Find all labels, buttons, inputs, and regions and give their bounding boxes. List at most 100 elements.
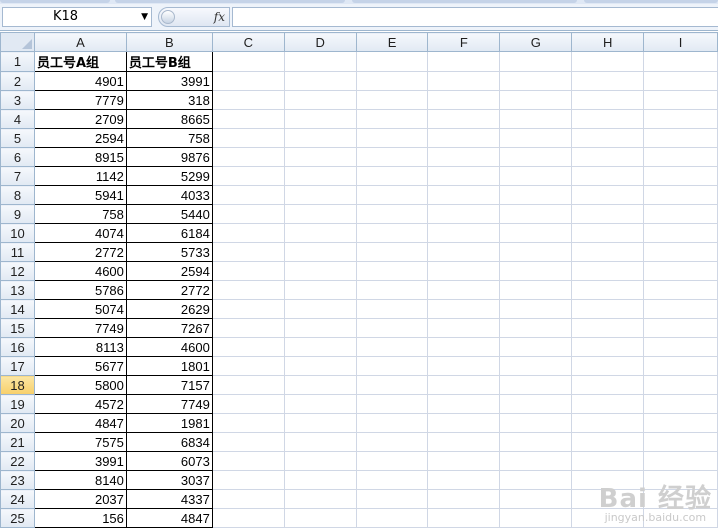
empty-cell[interactable] xyxy=(355,147,429,167)
empty-cell[interactable] xyxy=(643,147,718,167)
empty-cell[interactable] xyxy=(499,299,573,319)
empty-cell[interactable] xyxy=(571,413,645,433)
name-box[interactable]: K18 ▼ xyxy=(2,7,152,27)
cell-b[interactable]: 318 xyxy=(125,90,213,110)
empty-cell[interactable] xyxy=(283,51,357,72)
select-all-corner[interactable] xyxy=(0,32,35,52)
empty-cell[interactable] xyxy=(355,261,429,281)
empty-cell[interactable] xyxy=(355,242,429,262)
cell-a[interactable]: 5800 xyxy=(33,375,127,395)
cell-b[interactable]: 8665 xyxy=(125,109,213,129)
empty-cell[interactable] xyxy=(499,356,573,376)
empty-cell[interactable] xyxy=(571,71,645,91)
empty-cell[interactable] xyxy=(283,204,357,224)
cell-b[interactable]: 7267 xyxy=(125,318,213,338)
formula-input[interactable] xyxy=(232,7,718,27)
empty-cell[interactable] xyxy=(283,508,357,528)
empty-cell[interactable] xyxy=(499,375,573,395)
empty-cell[interactable] xyxy=(643,432,718,452)
row-header[interactable]: 11 xyxy=(0,242,35,262)
empty-cell[interactable] xyxy=(211,147,285,167)
empty-cell[interactable] xyxy=(571,337,645,357)
cell-b[interactable]: 758 xyxy=(125,128,213,148)
empty-cell[interactable] xyxy=(355,508,429,528)
empty-cell[interactable] xyxy=(355,90,429,110)
empty-cell[interactable] xyxy=(211,432,285,452)
cell-a[interactable]: 3991 xyxy=(33,451,127,471)
empty-cell[interactable] xyxy=(643,299,718,319)
empty-cell[interactable] xyxy=(427,128,501,148)
empty-cell[interactable] xyxy=(355,128,429,148)
empty-cell[interactable] xyxy=(643,90,718,110)
empty-cell[interactable] xyxy=(211,109,285,129)
empty-cell[interactable] xyxy=(427,508,501,528)
empty-cell[interactable] xyxy=(427,242,501,262)
empty-cell[interactable] xyxy=(499,242,573,262)
empty-cell[interactable] xyxy=(643,204,718,224)
empty-cell[interactable] xyxy=(571,451,645,471)
empty-cell[interactable] xyxy=(427,90,501,110)
cell-a[interactable]: 4847 xyxy=(33,413,127,433)
empty-cell[interactable] xyxy=(211,394,285,414)
empty-cell[interactable] xyxy=(427,261,501,281)
empty-cell[interactable] xyxy=(571,242,645,262)
empty-cell[interactable] xyxy=(283,90,357,110)
empty-cell[interactable] xyxy=(355,413,429,433)
row-header[interactable]: 10 xyxy=(0,223,35,243)
empty-cell[interactable] xyxy=(499,204,573,224)
empty-cell[interactable] xyxy=(499,128,573,148)
row-header[interactable]: 19 xyxy=(0,394,35,414)
cell-a[interactable]: 员工号A组 xyxy=(33,51,127,72)
empty-cell[interactable] xyxy=(283,318,357,338)
empty-cell[interactable] xyxy=(571,128,645,148)
empty-cell[interactable] xyxy=(427,204,501,224)
cell-a[interactable]: 8915 xyxy=(33,147,127,167)
empty-cell[interactable] xyxy=(571,356,645,376)
empty-cell[interactable] xyxy=(211,375,285,395)
cell-b[interactable]: 4600 xyxy=(125,337,213,357)
empty-cell[interactable] xyxy=(427,51,501,72)
cell-a[interactable]: 2772 xyxy=(33,242,127,262)
empty-cell[interactable] xyxy=(643,413,718,433)
empty-cell[interactable] xyxy=(643,451,718,471)
empty-cell[interactable] xyxy=(283,356,357,376)
empty-cell[interactable] xyxy=(571,147,645,167)
empty-cell[interactable] xyxy=(499,489,573,509)
row-header[interactable]: 18 xyxy=(0,375,35,395)
column-header-e[interactable]: E xyxy=(355,32,429,52)
row-header[interactable]: 22 xyxy=(0,451,35,471)
empty-cell[interactable] xyxy=(499,109,573,129)
empty-cell[interactable] xyxy=(571,261,645,281)
empty-cell[interactable] xyxy=(499,223,573,243)
empty-cell[interactable] xyxy=(499,51,573,72)
empty-cell[interactable] xyxy=(427,413,501,433)
empty-cell[interactable] xyxy=(499,470,573,490)
empty-cell[interactable] xyxy=(211,204,285,224)
empty-cell[interactable] xyxy=(355,432,429,452)
empty-cell[interactable] xyxy=(571,204,645,224)
empty-cell[interactable] xyxy=(355,489,429,509)
row-header[interactable]: 15 xyxy=(0,318,35,338)
cell-a[interactable]: 5074 xyxy=(33,299,127,319)
empty-cell[interactable] xyxy=(283,337,357,357)
empty-cell[interactable] xyxy=(643,166,718,186)
cell-b[interactable]: 2594 xyxy=(125,261,213,281)
empty-cell[interactable] xyxy=(283,166,357,186)
empty-cell[interactable] xyxy=(211,128,285,148)
empty-cell[interactable] xyxy=(643,356,718,376)
empty-cell[interactable] xyxy=(427,375,501,395)
row-header[interactable]: 25 xyxy=(0,508,35,528)
cell-b[interactable]: 5440 xyxy=(125,204,213,224)
cell-a[interactable]: 1142 xyxy=(33,166,127,186)
cell-a[interactable]: 156 xyxy=(33,508,127,528)
cell-b[interactable]: 员工号B组 xyxy=(125,51,213,72)
empty-cell[interactable] xyxy=(571,394,645,414)
empty-cell[interactable] xyxy=(283,261,357,281)
column-header-c[interactable]: C xyxy=(211,32,285,52)
empty-cell[interactable] xyxy=(355,356,429,376)
empty-cell[interactable] xyxy=(643,337,718,357)
empty-cell[interactable] xyxy=(571,280,645,300)
cell-a[interactable]: 5677 xyxy=(33,356,127,376)
empty-cell[interactable] xyxy=(571,166,645,186)
empty-cell[interactable] xyxy=(427,489,501,509)
